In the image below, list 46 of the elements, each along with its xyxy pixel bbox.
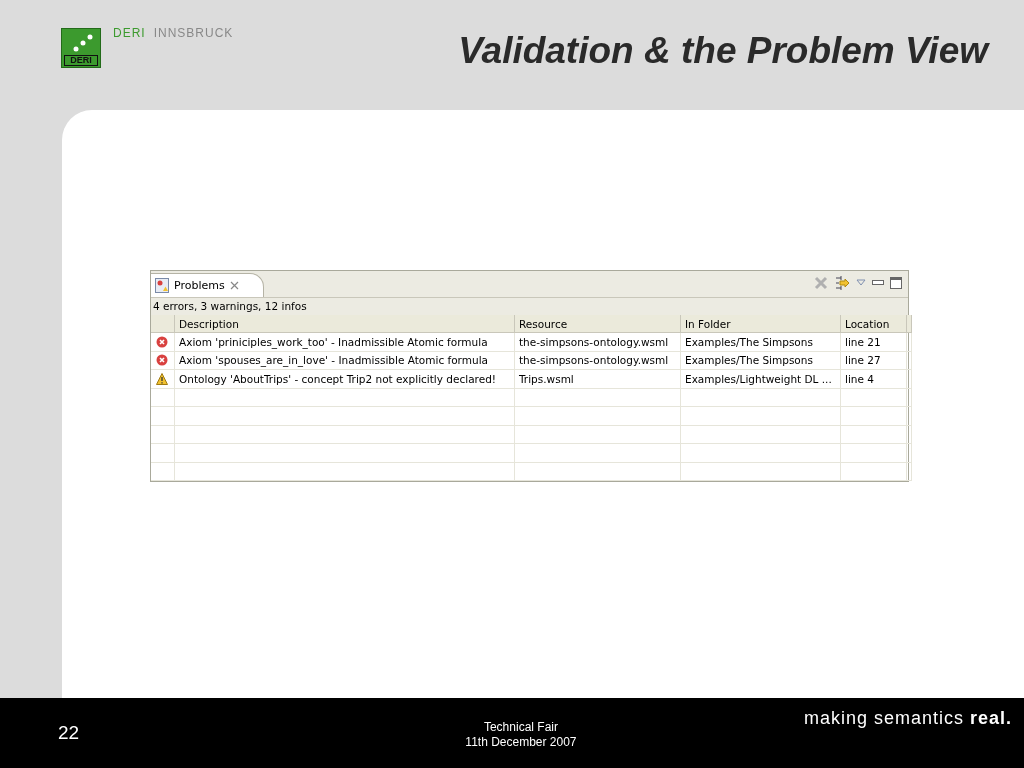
delete-icon[interactable] xyxy=(814,276,828,290)
tagline: making semantics real. xyxy=(803,708,1012,729)
view-menu-icon[interactable] xyxy=(856,279,866,287)
table-cell: line 4 xyxy=(841,370,907,389)
empty-cell xyxy=(151,444,175,463)
maximize-icon[interactable] xyxy=(890,277,902,289)
empty-cell xyxy=(151,462,175,481)
empty-cell xyxy=(841,407,907,426)
close-icon[interactable] xyxy=(229,281,239,290)
problems-tab[interactable]: Problems xyxy=(151,273,264,297)
table-cell: Ontology 'AboutTrips' - concept Trip2 not explicitly declared! xyxy=(175,370,515,389)
empty-cell xyxy=(841,388,907,407)
brand-name: DERI xyxy=(113,26,146,40)
empty-cell xyxy=(841,444,907,463)
empty-cell xyxy=(841,462,907,481)
slide-title: Validation & the Problem View xyxy=(458,30,988,72)
event-date: 11th December 2007 xyxy=(464,735,578,750)
column-header[interactable]: Resource xyxy=(515,315,681,333)
warning-icon xyxy=(156,372,168,385)
table-cell: Examples/The Simpsons xyxy=(681,333,841,352)
column-header[interactable]: In Folder xyxy=(681,315,841,333)
error-icon xyxy=(156,354,168,367)
problems-icon xyxy=(155,278,169,293)
table-cell: the-simpsons-ontology.wsml xyxy=(515,333,681,352)
empty-cell xyxy=(841,425,907,444)
table-cell: Axiom 'priniciples_work_too' - Inadmissible Atomic formula xyxy=(175,333,515,352)
event-name: Technical Fair xyxy=(482,720,559,735)
empty-column-header xyxy=(907,315,912,333)
logo: DERI xyxy=(61,28,101,68)
column-header[interactable]: Location xyxy=(841,315,907,333)
error-icon xyxy=(156,335,168,348)
problem-summary: 4 errors, 3 warnings, 12 infos xyxy=(151,298,908,315)
table-cell: line 21 xyxy=(841,333,907,352)
page-number: 22 xyxy=(58,722,81,744)
table-cell: Trips.wsml xyxy=(515,370,681,389)
empty-cell xyxy=(151,425,175,444)
empty-cell xyxy=(151,407,175,426)
brand-location: INNSBRUCK xyxy=(153,26,234,40)
table-cell: Axiom 'spouses_are_in_love' - Inadmissible Atomic formula xyxy=(175,351,515,370)
filter-icon[interactable] xyxy=(834,275,850,291)
table-cell: the-simpsons-ontology.wsml xyxy=(515,351,681,370)
table-cell: line 27 xyxy=(841,351,907,370)
minimize-icon[interactable] xyxy=(872,280,884,286)
column-header[interactable]: Description xyxy=(175,315,515,333)
table-cell: Examples/Lightweight DL ... xyxy=(681,370,841,389)
table-cell: Examples/The Simpsons xyxy=(681,351,841,370)
